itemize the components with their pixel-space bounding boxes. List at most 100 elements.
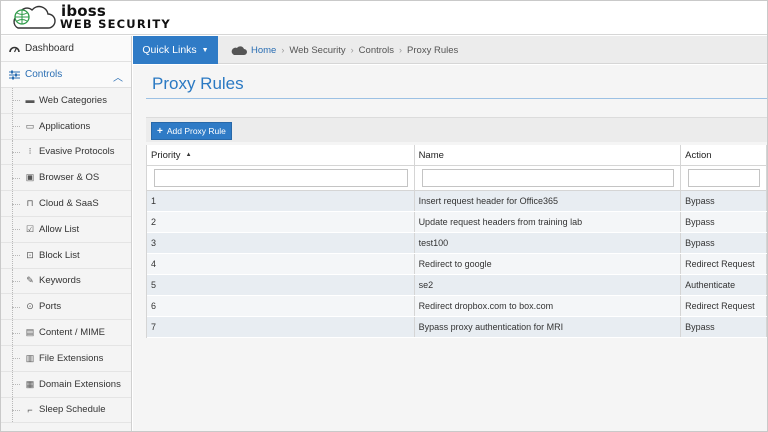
breadcrumb-current: Proxy Rules xyxy=(407,44,459,56)
name-cell: Redirect dropbox.com to box.com xyxy=(415,296,682,316)
cloud-icon xyxy=(231,45,247,55)
top-nav: Quick Links ▼ Home › Web Security › Cont… xyxy=(133,36,767,64)
sidebar-item-applications[interactable]: ▭ Applications xyxy=(1,113,131,140)
sidebar-item-cloud-saas[interactable]: ⊓ Cloud & SaaS xyxy=(1,191,131,217)
sidebar-item-label: Content / MIME xyxy=(39,327,105,339)
action-cell: Authenticate xyxy=(681,275,767,295)
proxy-rules-table: Priority ▲ Name Action 1 Insert request h… xyxy=(146,145,767,338)
caret-down-icon: ▼ xyxy=(201,46,209,54)
breadcrumb-home[interactable]: Home xyxy=(251,45,276,56)
column-header-label: Priority xyxy=(151,149,181,161)
filter-cell xyxy=(147,166,415,190)
priority-cell: 5 xyxy=(147,275,415,295)
protocol-icon: ⁝ xyxy=(28,146,32,157)
quick-links-button[interactable]: Quick Links ▼ xyxy=(133,36,218,64)
window-icon: ▭ xyxy=(25,120,35,131)
sidebar-item-browser-os[interactable]: ▣ Browser & OS xyxy=(1,165,131,192)
main-content: Proxy Rules + Add Proxy Rule Priority ▲ … xyxy=(133,65,767,431)
table-row[interactable]: 2 Update request headers from training la… xyxy=(147,212,767,233)
action-cell: Bypass xyxy=(681,317,767,337)
sidebar-item-domain-extensions[interactable]: ▦ Domain Extensions xyxy=(1,371,131,398)
sidebar-item-label: Ports xyxy=(39,301,62,313)
brand-bar: iboss WEB SECURITY xyxy=(1,1,767,35)
sort-ascending-icon: ▲ xyxy=(185,152,192,158)
filter-cell xyxy=(415,166,682,190)
sidebar-item-content-mime[interactable]: ▤ Content / MIME xyxy=(1,320,131,346)
add-proxy-rule-button[interactable]: + Add Proxy Rule xyxy=(151,122,232,140)
domain-icon: ▦ xyxy=(25,378,35,389)
breadcrumb-controls[interactable]: Controls xyxy=(359,45,394,56)
dashboard-icon xyxy=(7,44,21,53)
action-cell: Redirect Request xyxy=(681,254,767,274)
chevron-up-icon[interactable]: ︿ xyxy=(113,69,123,84)
priority-filter-input[interactable] xyxy=(154,169,408,187)
table-header-row: Priority ▲ Name Action xyxy=(147,145,767,166)
priority-cell: 1 xyxy=(147,191,415,211)
sidebar-item-dashboard[interactable]: Dashboard xyxy=(1,36,131,62)
breadcrumb-separator-icon: › xyxy=(350,45,354,55)
sidebar-item-label: Browser & OS xyxy=(39,172,100,184)
sidebar-item-label: Domain Extensions xyxy=(39,378,121,390)
sidebar-item-keywords[interactable]: ✎ Keywords xyxy=(1,268,131,295)
breadcrumb-separator-icon: › xyxy=(399,45,403,55)
priority-cell: 2 xyxy=(147,212,415,232)
filter-cell xyxy=(681,166,767,190)
block-icon: ⊡ xyxy=(26,249,34,260)
column-header-action[interactable]: Action xyxy=(681,145,767,165)
sidebar-item-allow-list[interactable]: ☑ Allow List xyxy=(1,216,131,243)
column-header-label: Name xyxy=(418,149,444,161)
action-cell: Bypass xyxy=(681,212,767,232)
name-cell: test100 xyxy=(415,233,682,253)
filter-row xyxy=(147,166,767,191)
table-row[interactable]: 3 test100 Bypass xyxy=(147,233,767,254)
table-row[interactable]: 1 Insert request header for Office365 Bypa… xyxy=(147,191,767,212)
sidebar-item-evasive-protocols[interactable]: ⁝ Evasive Protocols xyxy=(1,139,131,166)
bed-icon: ⌐ xyxy=(27,404,33,415)
sidebar-item-label: Web Categories xyxy=(39,94,107,106)
sidebar-item-label: Sleep Schedule xyxy=(39,404,106,416)
folder-icon: ▬ xyxy=(25,95,35,106)
sidebar-item-label: File Extensions xyxy=(39,352,104,364)
table-row[interactable]: 4 Redirect to google Redirect Request xyxy=(147,254,767,275)
action-filter-input[interactable] xyxy=(688,169,760,187)
sidebar-item-file-extensions[interactable]: ▥ File Extensions xyxy=(1,345,131,372)
title-divider xyxy=(146,98,767,99)
table-row[interactable]: 6 Redirect dropbox.com to box.com Redirect… xyxy=(147,296,767,317)
sidebar-item-web-categories[interactable]: ▬ Web Categories xyxy=(1,88,131,114)
sidebar-item-label: Applications xyxy=(39,120,91,132)
sidebar: Dashboard Controls ︿ ▬ Web Categories ▭ App… xyxy=(1,36,132,431)
pencil-icon: ✎ xyxy=(26,275,34,286)
name-cell: Update request headers from training lab xyxy=(415,212,682,232)
table-row[interactable]: 5 se2 Authenticate xyxy=(147,275,767,296)
sidebar-item-label: Cloud & SaaS xyxy=(39,198,99,210)
action-cell: Redirect Request xyxy=(681,296,767,316)
sidebar-item-block-list[interactable]: ⊡ Block List xyxy=(1,242,131,269)
column-header-priority[interactable]: Priority ▲ xyxy=(147,145,415,165)
name-filter-input[interactable] xyxy=(421,169,675,187)
priority-cell: 4 xyxy=(147,254,415,274)
plus-icon: + xyxy=(157,125,163,137)
sidebar-item-label: Allow List xyxy=(39,223,80,235)
column-header-name[interactable]: Name xyxy=(415,145,682,165)
priority-cell: 7 xyxy=(147,317,415,337)
breadcrumb-web-security[interactable]: Web Security xyxy=(289,45,345,56)
sidebar-item-sleep-schedule[interactable]: ⌐ Sleep Schedule xyxy=(1,397,131,424)
sidebar-item-controls[interactable]: Controls ︿ xyxy=(1,62,131,88)
brand-product: WEB SECURITY xyxy=(60,17,171,31)
browser-icon: ▣ xyxy=(25,172,35,183)
toolbar: + Add Proxy Rule xyxy=(146,117,767,142)
name-cell: se2 xyxy=(415,275,682,295)
checkbox-icon: ☑ xyxy=(25,223,35,234)
cloud-saas-icon: ⊓ xyxy=(26,198,34,209)
sidebar-item-ports[interactable]: ⊙ Ports xyxy=(1,294,131,321)
sidebar-submenu: ▬ Web Categories ▭ Applications ⁝ Evasive Pro… xyxy=(1,88,131,424)
sidebar-item-label: Controls xyxy=(25,69,63,80)
name-cell: Bypass proxy authentication for MRI xyxy=(415,317,682,337)
table-row[interactable]: 7 Bypass proxy authentication for MRI Bypa… xyxy=(147,317,767,338)
content-icon: ▤ xyxy=(25,327,35,338)
action-cell: Bypass xyxy=(681,191,767,211)
breadcrumb: Home › Web Security › Controls › Proxy R… xyxy=(231,36,458,64)
priority-cell: 6 xyxy=(147,296,415,316)
app-window: iboss WEB SECURITY Dashboard Controls ︿ … xyxy=(0,0,768,432)
quick-links-label: Quick Links xyxy=(142,44,197,56)
